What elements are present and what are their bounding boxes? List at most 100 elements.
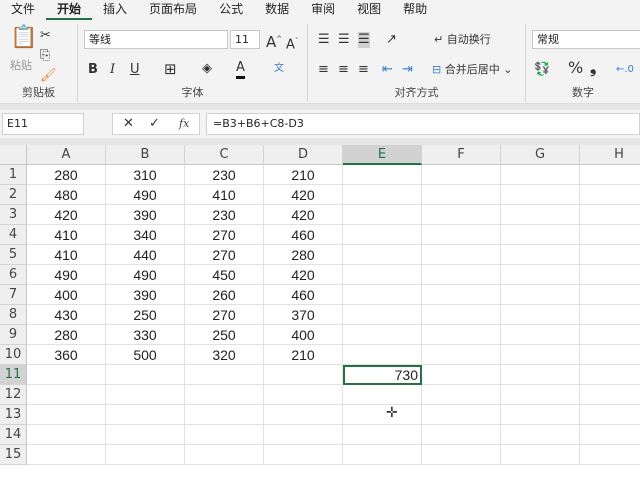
decrease-font-icon[interactable]: Aˇ	[286, 33, 298, 53]
cell[interactable]: 250	[106, 305, 185, 325]
cell[interactable]: 490	[106, 185, 185, 205]
cell[interactable]: 280	[27, 325, 106, 345]
cell[interactable]	[343, 165, 422, 185]
cell[interactable]	[343, 185, 422, 205]
cell[interactable]	[27, 365, 106, 385]
cell[interactable]	[185, 365, 264, 385]
cell[interactable]	[580, 165, 640, 185]
cell[interactable]	[501, 165, 580, 185]
align-center-icon[interactable]: ≡	[338, 62, 349, 78]
orientation-icon[interactable]: ↗	[386, 32, 397, 48]
cell[interactable]	[422, 185, 501, 205]
cell[interactable]	[501, 205, 580, 225]
cell[interactable]: 500	[106, 345, 185, 365]
cell[interactable]	[264, 445, 343, 465]
cell[interactable]: 310	[106, 165, 185, 185]
cell[interactable]: 410	[27, 245, 106, 265]
cell[interactable]	[501, 385, 580, 405]
cell[interactable]: 490	[106, 265, 185, 285]
menu-tab[interactable]: 数据	[254, 0, 300, 20]
phonetic-icon[interactable]: 文	[274, 61, 284, 77]
cell[interactable]	[501, 265, 580, 285]
cell[interactable]	[106, 365, 185, 385]
formula-input[interactable]: =B3+B6+C8-D3	[206, 113, 640, 135]
cell[interactable]: 270	[185, 245, 264, 265]
cell[interactable]	[343, 445, 422, 465]
align-bottom-icon[interactable]: ☰	[358, 32, 370, 48]
row-header[interactable]: 9	[0, 325, 27, 345]
cell[interactable]	[343, 265, 422, 285]
cell[interactable]	[343, 205, 422, 225]
cell[interactable]	[501, 425, 580, 445]
menu-tab[interactable]: 开始	[46, 0, 93, 20]
menu-tab[interactable]: 页面布局	[138, 0, 208, 20]
cell[interactable]	[343, 305, 422, 325]
cell[interactable]: 460	[264, 225, 343, 245]
cell[interactable]	[580, 285, 640, 305]
cell[interactable]	[185, 405, 264, 425]
row-header[interactable]: 4	[0, 225, 27, 245]
cell[interactable]	[343, 245, 422, 265]
cell[interactable]: 450	[185, 265, 264, 285]
cell[interactable]: 230	[185, 205, 264, 225]
column-header[interactable]: G	[501, 145, 580, 165]
row-header[interactable]: 1	[0, 165, 27, 185]
underline-button[interactable]: U	[130, 62, 140, 78]
cut-icon[interactable]: ✂	[40, 28, 51, 44]
increase-decimal-icon[interactable]: ←.0	[616, 62, 634, 78]
cell[interactable]	[580, 265, 640, 285]
copy-icon[interactable]: ⎘	[40, 48, 50, 64]
wrap-text-button[interactable]: ↵ 自动换行	[434, 32, 491, 48]
column-header[interactable]: F	[422, 145, 501, 165]
paste-button[interactable]: 粘贴	[10, 58, 32, 74]
font-name-select[interactable]: 等线	[84, 30, 228, 49]
menu-tab[interactable]: 视图	[346, 0, 392, 20]
cell[interactable]	[422, 285, 501, 305]
menu-tab[interactable]: 文件	[0, 0, 46, 20]
cell[interactable]: 270	[185, 305, 264, 325]
cell[interactable]	[501, 285, 580, 305]
row-header[interactable]: 7	[0, 285, 27, 305]
cell[interactable]	[422, 385, 501, 405]
align-middle-icon[interactable]: ☰	[338, 32, 350, 48]
cell[interactable]	[422, 345, 501, 365]
align-right-icon[interactable]: ≡	[358, 62, 369, 78]
cell[interactable]: 210	[264, 165, 343, 185]
cell[interactable]	[501, 405, 580, 425]
align-top-icon[interactable]: ☰	[318, 32, 330, 48]
cell[interactable]	[580, 245, 640, 265]
cell[interactable]	[501, 365, 580, 385]
increase-indent-icon[interactable]: ⇥	[402, 62, 413, 78]
menu-tab[interactable]: 插入	[92, 0, 138, 20]
row-header[interactable]: 8	[0, 305, 27, 325]
merge-center-button[interactable]: ⊟ 合并后居中 ⌄	[432, 62, 512, 78]
row-header[interactable]: 12	[0, 385, 27, 405]
cell[interactable]: 210	[264, 345, 343, 365]
cell[interactable]	[264, 365, 343, 385]
cell[interactable]	[422, 245, 501, 265]
cell[interactable]	[580, 345, 640, 365]
cell[interactable]	[343, 345, 422, 365]
row-header[interactable]: 13	[0, 405, 27, 425]
active-cell[interactable]: 730	[343, 365, 422, 385]
cell[interactable]: 400	[27, 285, 106, 305]
cell[interactable]	[501, 225, 580, 245]
cell[interactable]	[343, 405, 422, 425]
align-left-icon[interactable]: ≡	[318, 62, 329, 78]
increase-font-icon[interactable]: A^	[266, 31, 282, 50]
cell[interactable]	[106, 445, 185, 465]
decrease-indent-icon[interactable]: ⇤	[382, 62, 393, 78]
cell[interactable]	[501, 305, 580, 325]
cell[interactable]: 270	[185, 225, 264, 245]
select-all-corner[interactable]	[0, 145, 27, 165]
cell[interactable]: 430	[27, 305, 106, 325]
cell[interactable]	[501, 245, 580, 265]
italic-button[interactable]: I	[110, 62, 115, 78]
row-header[interactable]: 5	[0, 245, 27, 265]
cell[interactable]	[501, 325, 580, 345]
cell[interactable]: 390	[106, 205, 185, 225]
cell[interactable]	[106, 405, 185, 425]
cell[interactable]	[580, 425, 640, 445]
menu-tab[interactable]: 帮助	[392, 0, 438, 20]
cell[interactable]	[422, 445, 501, 465]
